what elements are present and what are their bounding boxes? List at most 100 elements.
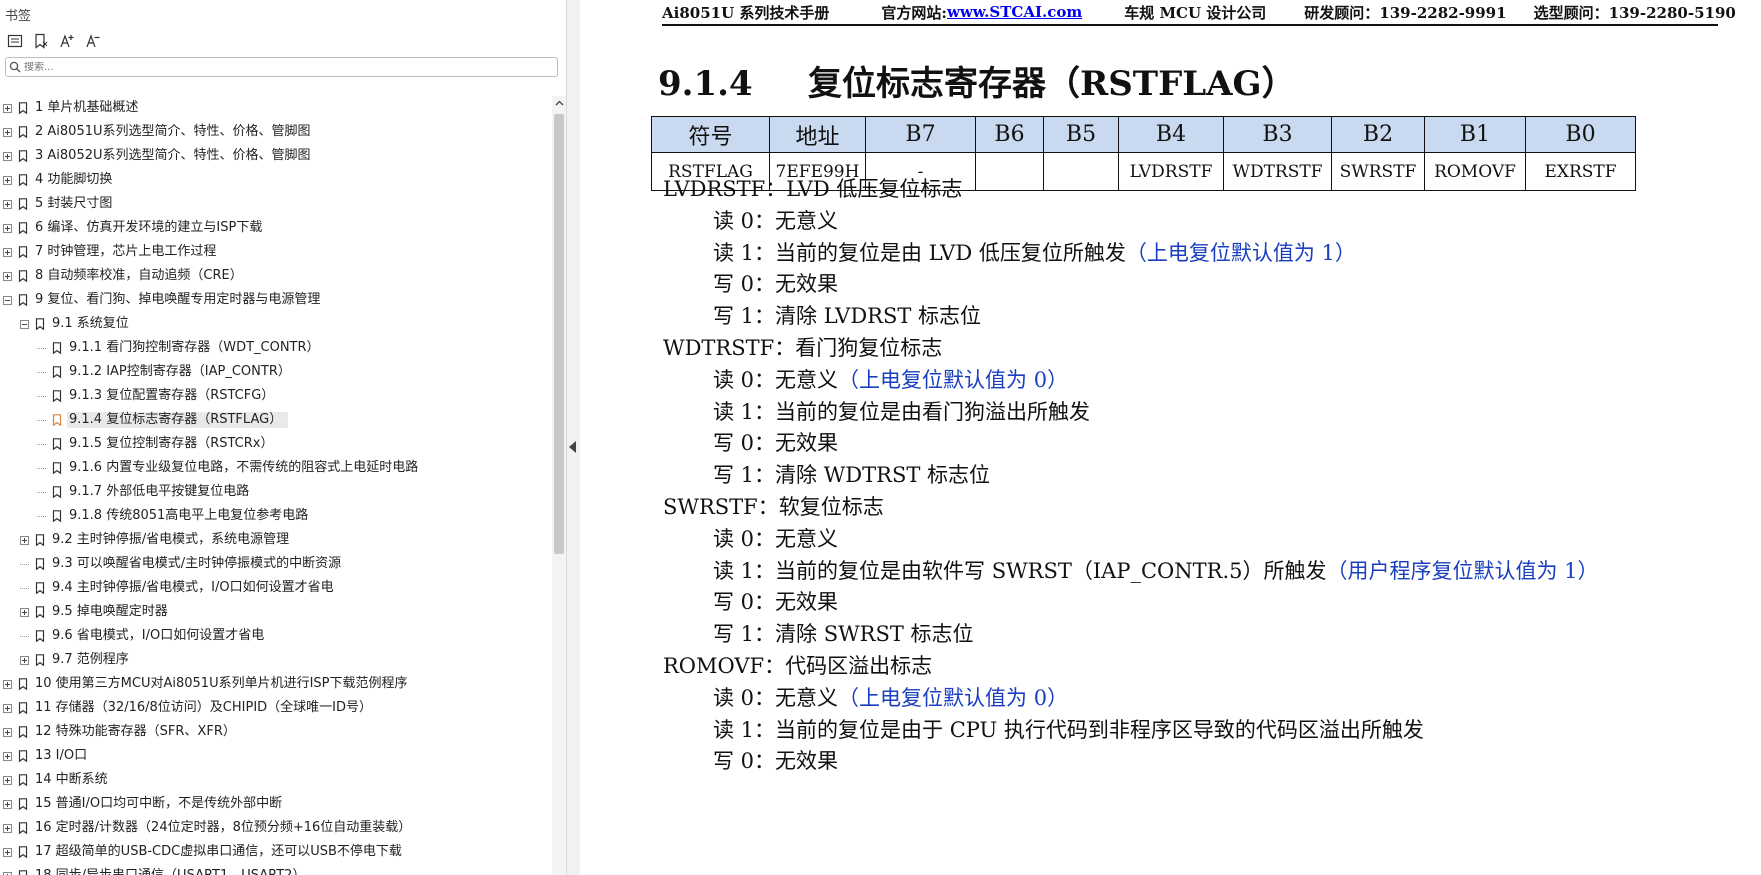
expand-icon[interactable]: [3, 176, 12, 185]
bookmark-item[interactable]: 9.5 掉电唤醒定时器: [0, 600, 552, 624]
bookmark-icon: [35, 606, 45, 619]
bookmark-item[interactable]: 9 复位、看门狗、掉电唤醒专用定时器与电源管理: [0, 288, 552, 312]
bookmark-search-box[interactable]: [5, 57, 558, 77]
header-site-link[interactable]: www.STCAI.com: [947, 3, 1082, 21]
description-text: 读 1：当前的复位是由看门狗溢出所触发: [713, 399, 1091, 424]
expand-icon[interactable]: [3, 848, 12, 857]
bookmark-item[interactable]: 5 封装尺寸图: [0, 192, 552, 216]
increase-font-icon[interactable]: [57, 31, 77, 51]
bookmark-item[interactable]: 9.7 范例程序: [0, 648, 552, 672]
bookmark-item[interactable]: 2 Ai8051U系列选型简介、特性、价格、管脚图: [0, 120, 552, 144]
expand-icon[interactable]: [3, 824, 12, 833]
bookmark-item[interactable]: 17 超级简单的USB-CDC虚拟串口通信，还可以USB不停电下载: [0, 840, 552, 864]
bookmark-icon: [35, 558, 45, 571]
expand-icon[interactable]: [3, 800, 12, 809]
bookmark-item[interactable]: 11 存储器（32/16/8位访问）及CHIPID（全球唯一ID号）: [0, 696, 552, 720]
register-header-cell: B2: [1331, 116, 1425, 153]
add-bookmark-icon[interactable]: [31, 31, 51, 51]
expand-icon[interactable]: [3, 128, 12, 137]
expand-icon[interactable]: [3, 248, 12, 257]
search-input[interactable]: [24, 61, 544, 73]
scroll-thumb[interactable]: [554, 114, 564, 554]
expand-icon[interactable]: [3, 752, 12, 761]
description-text: 写 0：无效果: [713, 431, 839, 456]
bookmark-item[interactable]: 9.3 可以唤醒省电模式/主时钟停振模式的中断资源: [0, 552, 552, 576]
bookmark-item[interactable]: 14 中断系统: [0, 768, 552, 792]
bookmark-item[interactable]: 9.1.5 复位控制寄存器（RSTCRx）: [0, 432, 552, 456]
expand-icon[interactable]: [20, 536, 29, 545]
bookmark-icon: [52, 366, 62, 379]
tree-connector: [37, 348, 46, 349]
bookmark-icon: [18, 198, 28, 211]
collapse-icon[interactable]: [20, 320, 29, 329]
bookmark-item[interactable]: 3 Ai8052U系列选型简介、特性、价格、管脚图: [0, 144, 552, 168]
bookmark-label: 9.1.2 IAP控制寄存器（IAP_CONTR）: [69, 364, 291, 379]
expand-icon[interactable]: [3, 776, 12, 785]
bookmark-icon: [18, 246, 28, 259]
tree-connector: [37, 396, 46, 397]
bookmark-item[interactable]: 12 特殊功能寄存器（SFR、XFR）: [0, 720, 552, 744]
description-text: 读 0：无意义: [713, 208, 839, 233]
bookmark-item[interactable]: 9.1.3 复位配置寄存器（RSTCFG）: [0, 384, 552, 408]
bookmark-label: 9.3 可以唤醒省电模式/主时钟停振模式的中断资源: [52, 556, 342, 571]
bookmark-icon: [18, 150, 28, 163]
expand-icon[interactable]: [3, 104, 12, 113]
bookmark-icon: [18, 174, 28, 187]
bookmark-icon: [18, 702, 28, 715]
bookmark-item[interactable]: 9.1.2 IAP控制寄存器（IAP_CONTR）: [0, 360, 552, 384]
bookmark-item[interactable]: 13 I/O口: [0, 744, 552, 768]
expand-icon[interactable]: [3, 272, 12, 281]
bookmark-icon: [18, 126, 28, 139]
bookmark-item[interactable]: 1 单片机基础概述: [0, 96, 552, 120]
register-header-cell: B6: [975, 116, 1044, 153]
bookmark-item[interactable]: 9.1.7 外部低电平按键复位电路: [0, 480, 552, 504]
bookmark-icon: [18, 822, 28, 835]
bookmark-item[interactable]: 9.2 主时钟停振/省电模式，系统电源管理: [0, 528, 552, 552]
bookmark-item[interactable]: 9.4 主时钟停振/省电模式，I/O口如何设置才省电: [0, 576, 552, 600]
bookmark-item[interactable]: 4 功能脚切换: [0, 168, 552, 192]
decrease-font-icon[interactable]: [83, 31, 103, 51]
bookmark-icon: [52, 342, 62, 355]
expand-icon[interactable]: [3, 680, 12, 689]
bookmark-item[interactable]: 9.1.1 看门狗控制寄存器（WDT_CONTR）: [0, 336, 552, 360]
bookmark-item[interactable]: 9.1.8 传统8051高电平上电复位参考电路: [0, 504, 552, 528]
bookmark-item[interactable]: 8 自动频率校准，自动追频（CRE）: [0, 264, 552, 288]
bookmark-icon: [18, 750, 28, 763]
bookmark-icon: [35, 654, 45, 667]
register-header-cell: B0: [1525, 116, 1636, 153]
tree-scrollbar[interactable]: [552, 96, 566, 875]
field-description-line: 读 0：无意义: [713, 207, 838, 235]
bookmark-item[interactable]: 9.1.4 复位标志寄存器（RSTFLAG）: [0, 408, 552, 432]
expand-icon[interactable]: [3, 200, 12, 209]
bookmark-icon: [18, 222, 28, 235]
bookmark-item[interactable]: 9.1 系统复位: [0, 312, 552, 336]
bookmark-label: 4 功能脚切换: [35, 172, 113, 187]
bookmark-icon: [35, 534, 45, 547]
scroll-up-icon[interactable]: [554, 98, 564, 108]
bookmark-item[interactable]: 6 编译、仿真开发环境的建立与ISP下载: [0, 216, 552, 240]
expand-icon[interactable]: [20, 656, 29, 665]
bookmark-item[interactable]: 9.6 省电模式，I/O口如何设置才省电: [0, 624, 552, 648]
bookmark-icon: [18, 798, 28, 811]
expand-icon[interactable]: [3, 152, 12, 161]
bookmark-item[interactable]: 15 普通I/O口均可中断，不是传统外部中断: [0, 792, 552, 816]
page-header: Ai8051U 系列技术手册 官方网站: www.STCAI.com 车规 MC…: [662, 0, 1736, 26]
default-value-note: （用户程序复位默认值为 1）: [1326, 558, 1599, 583]
panel-collapse-strip[interactable]: [567, 0, 580, 875]
bookmark-label: 17 超级简单的USB-CDC虚拟串口通信，还可以USB不停电下载: [35, 844, 402, 859]
expand-icon[interactable]: [3, 224, 12, 233]
collapse-icon[interactable]: [3, 296, 12, 305]
expand-icon[interactable]: [3, 728, 12, 737]
expand-icon[interactable]: [3, 704, 12, 713]
bookmark-item[interactable]: 9.1.6 内置专业级复位电路，不需传统的阻容式上电延时电路: [0, 456, 552, 480]
collapse-left-icon[interactable]: [569, 441, 576, 453]
description-text: 写 0：无效果: [713, 749, 839, 774]
expand-icon[interactable]: [20, 608, 29, 617]
bookmark-item[interactable]: 16 定时器/计数器（24位定时器，8位预分频+16位自动重装载）: [0, 816, 552, 840]
bookmark-icon: [52, 462, 62, 475]
bookmark-list-icon[interactable]: [5, 31, 25, 51]
tree-connector: [37, 444, 46, 445]
bookmark-item[interactable]: 10 使用第三方MCU对Ai8051U系列单片机进行ISP下载范例程序: [0, 672, 552, 696]
bookmark-item[interactable]: 18 同步/异步串口通信（USART1、USART2）: [0, 864, 552, 875]
bookmark-item[interactable]: 7 时钟管理，芯片上电工作过程: [0, 240, 552, 264]
